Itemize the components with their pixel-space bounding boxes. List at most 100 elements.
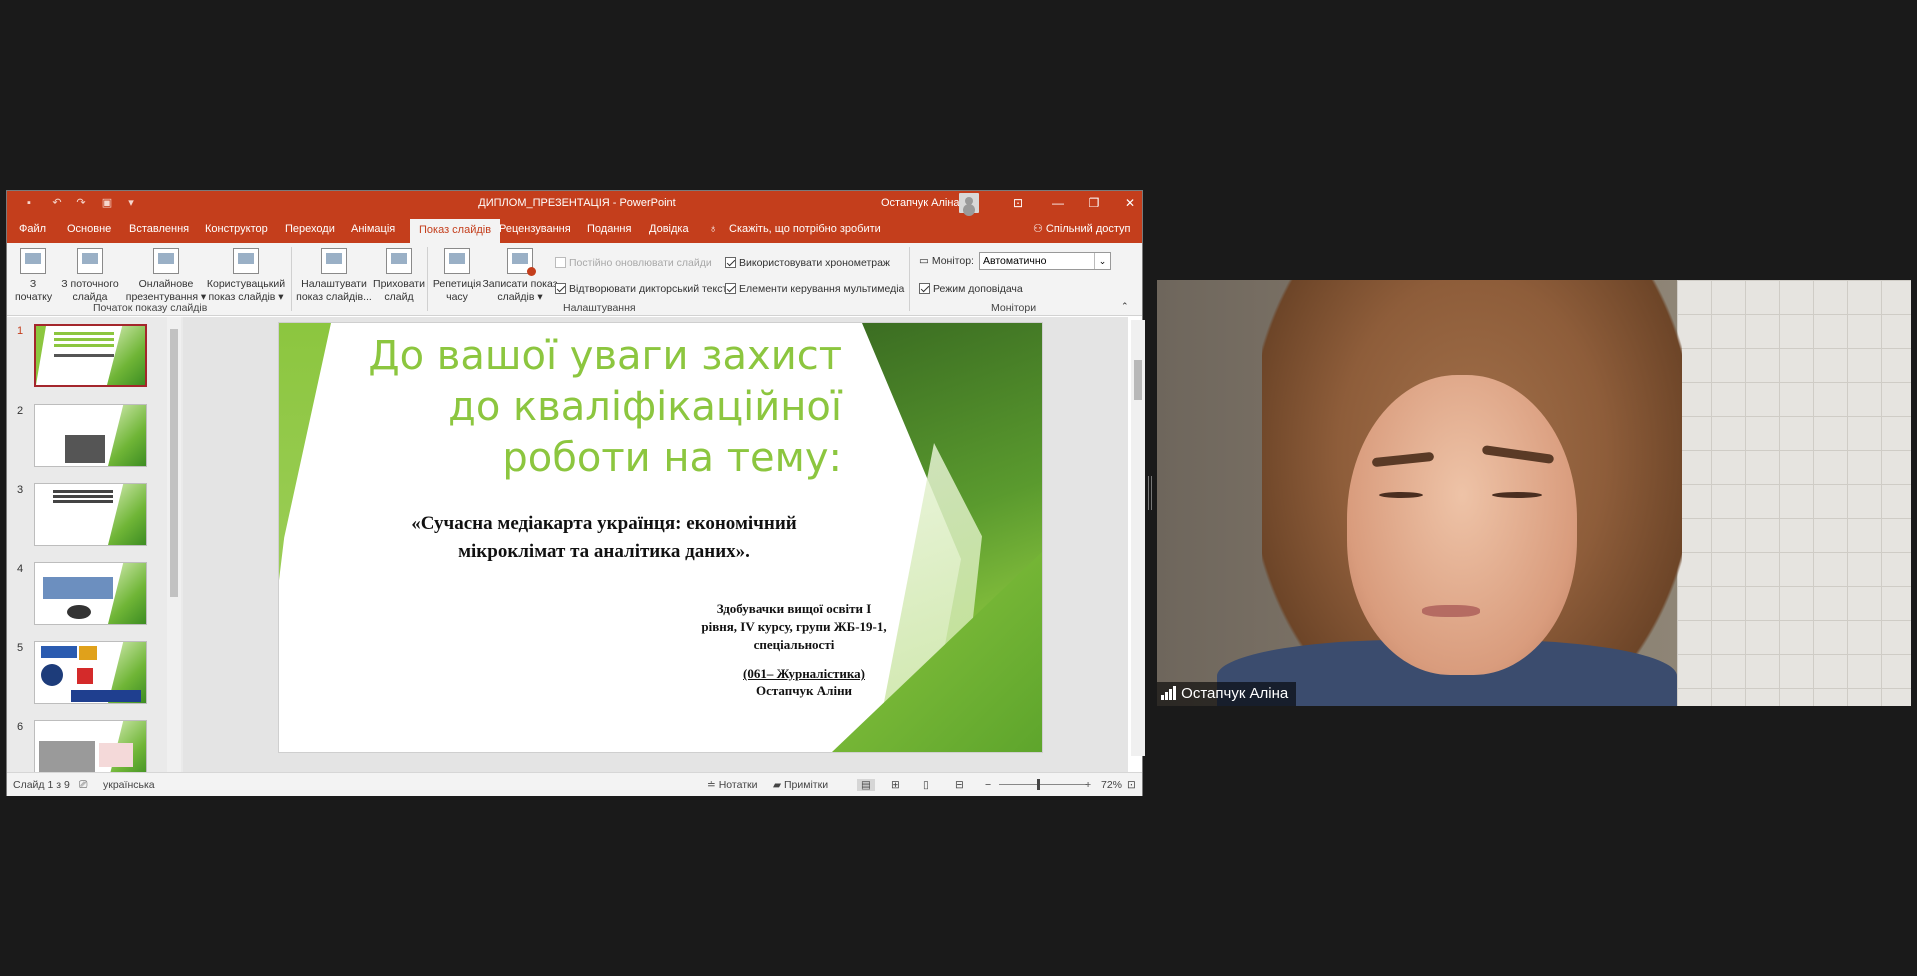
setup-show-button[interactable]: Налаштувати показ слайдів... [295, 248, 373, 304]
slide-thumbnail-1[interactable] [34, 324, 147, 387]
video-background [1677, 280, 1911, 706]
zoom-in-icon[interactable]: + [1085, 779, 1091, 791]
button-label: Онлайнове [138, 278, 194, 290]
tab-view[interactable]: Подання [587, 216, 631, 243]
comments-button[interactable]: ▰ Примітки [773, 779, 828, 791]
close-button[interactable]: ✕ [1115, 194, 1145, 212]
slide-title[interactable]: До вашої уваги захист до кваліфікаційної… [322, 331, 842, 484]
checkbox-label: Режим доповідача [933, 283, 1023, 295]
normal-view-icon[interactable]: ▤ [857, 779, 875, 791]
button-label: початку [15, 291, 53, 303]
button-label: показ слайдів... [296, 291, 372, 303]
button-label: часу [446, 291, 468, 303]
monitor-select[interactable]: Автоматично ⌄ [979, 252, 1111, 270]
maximize-button[interactable]: ❐ [1079, 194, 1109, 212]
zoom-level[interactable]: 72% [1101, 779, 1122, 791]
language-indicator[interactable]: українська [103, 779, 155, 791]
avatar[interactable] [959, 193, 979, 213]
tell-me-search[interactable]: Скажіть, що потрібно зробити [729, 216, 881, 243]
specialty-code: (061– Журналістика) [743, 666, 865, 681]
collapse-ribbon-icon[interactable]: ⌃ [1121, 301, 1129, 312]
slideshow-current-icon [77, 248, 103, 274]
button-label: показ слайдів ▾ [208, 291, 284, 303]
student-name: Остапчук Аліни [755, 683, 853, 698]
video-person [1492, 492, 1542, 498]
custom-show-icon [233, 248, 259, 274]
share-button[interactable]: ⚇ Спільний доступ [1033, 216, 1131, 243]
reading-view-icon[interactable]: ▯ [923, 779, 929, 791]
slideshow-view-icon[interactable]: ⊟ [955, 779, 964, 791]
media-controls-checkbox[interactable]: Елементи керування мультимедіа [725, 283, 904, 295]
zoom-out-icon[interactable]: − [985, 779, 991, 791]
presenter-view-checkbox[interactable]: Режим доповідача [919, 283, 1023, 295]
from-beginning-button[interactable]: З початку [15, 248, 53, 304]
participant-video: Остапчук Аліна [1157, 280, 1911, 706]
slide-thumbnail-6[interactable] [34, 720, 147, 772]
play-narration-checkbox[interactable]: Відтворювати дикторський текст [555, 283, 727, 295]
spellcheck-icon[interactable]: ⎚ [79, 779, 87, 792]
redo-icon[interactable]: ↷ [73, 196, 89, 210]
notes-button[interactable]: ≐ Нотатки [707, 779, 757, 791]
online-present-icon [153, 248, 179, 274]
checkbox-label: Відтворювати дикторський текст [569, 283, 728, 295]
slide-subtitle[interactable]: «Сучасна медіакарта українця: економічни… [369, 510, 839, 566]
minimize-button[interactable]: — [1043, 194, 1073, 212]
slide-specialty-text[interactable]: (061– Журналістика) Остапчук Аліни [719, 665, 889, 699]
button-label: слайд [384, 291, 414, 303]
account-name[interactable]: Остапчук Аліна [881, 197, 960, 209]
tab-animations[interactable]: Анімація [351, 216, 395, 243]
customize-qat-icon[interactable]: ▾ [123, 196, 139, 210]
scrollbar-thumb[interactable] [170, 329, 178, 597]
comment-icon: ▰ [773, 779, 784, 791]
split-view-handle[interactable] [1148, 476, 1152, 510]
slide-canvas[interactable]: До вашої уваги захист до кваліфікаційної… [278, 322, 1043, 753]
undo-icon[interactable]: ↶ [49, 196, 65, 210]
hide-slide-button[interactable]: Приховати слайд [371, 248, 427, 304]
slide-thumbnail-4[interactable] [34, 562, 147, 625]
thumbnail-scrollbar[interactable] [167, 317, 181, 772]
group-label-setup: Налаштування [563, 302, 636, 314]
keep-updated-checkbox[interactable]: Постійно оновлювати слайди [555, 257, 712, 269]
slide-scrollbar[interactable] [1131, 320, 1145, 756]
thumbnail-number: 4 [17, 563, 24, 575]
custom-show-button[interactable]: Користувацький показ слайдів ▾ [205, 248, 287, 304]
slide-author-text[interactable]: Здобувачки вищої освіти I рівня, IV курс… [699, 600, 889, 654]
record-show-button[interactable]: Записати показ слайдів ▾ [481, 248, 559, 304]
ribbon-display-icon[interactable]: ⊡ [1003, 194, 1033, 212]
monitor-select-value: Автоматично [983, 255, 1047, 267]
video-person [1379, 492, 1423, 498]
monitor-label: ▭ Монітор: [919, 255, 974, 267]
save-icon[interactable]: ▪ [21, 196, 37, 210]
tab-file[interactable]: Файл [19, 216, 46, 243]
slide-thumbnail-5[interactable] [34, 641, 147, 704]
zoom-slider-thumb[interactable] [1037, 779, 1040, 790]
slide-thumbnail-2[interactable] [34, 404, 147, 467]
scrollbar-thumb[interactable] [1134, 360, 1142, 400]
checkbox-label: Постійно оновлювати слайди [569, 257, 712, 269]
present-icon[interactable]: ▣ [99, 196, 115, 210]
online-present-button[interactable]: Онлайнове презентування ▾ [125, 248, 207, 304]
thumbnail-number: 5 [17, 642, 24, 654]
tab-home[interactable]: Основне [67, 216, 111, 243]
group-label-monitors: Монітори [991, 302, 1037, 314]
tab-design[interactable]: Конструктор [205, 216, 268, 243]
monitor-icon: ▭ [919, 255, 932, 267]
chevron-down-icon: ⌄ [1094, 253, 1110, 269]
tab-review[interactable]: Рецензування [499, 216, 571, 243]
tab-insert[interactable]: Вставлення [129, 216, 189, 243]
checkbox-box [555, 257, 566, 268]
video-person [1422, 605, 1480, 617]
from-current-button[interactable]: З поточного слайда [57, 248, 123, 304]
tab-help[interactable]: Довідка [649, 216, 689, 243]
slide-sorter-icon[interactable]: ⊞ [891, 779, 900, 791]
tab-slide-show[interactable]: Показ слайдів [410, 216, 501, 243]
fit-to-window-icon[interactable]: ⊡ [1127, 779, 1136, 791]
zoom-slider[interactable] [999, 784, 1087, 785]
button-label: слайдів ▾ [497, 291, 543, 303]
tab-transitions[interactable]: Переходи [285, 216, 335, 243]
slide-thumbnail-3[interactable] [34, 483, 147, 546]
thumbnail-number: 1 [17, 325, 24, 337]
divider [427, 247, 428, 311]
use-timings-checkbox[interactable]: Використовувати хронометраж [725, 257, 890, 269]
rehearse-timings-button[interactable]: Репетиція часу [429, 248, 485, 304]
